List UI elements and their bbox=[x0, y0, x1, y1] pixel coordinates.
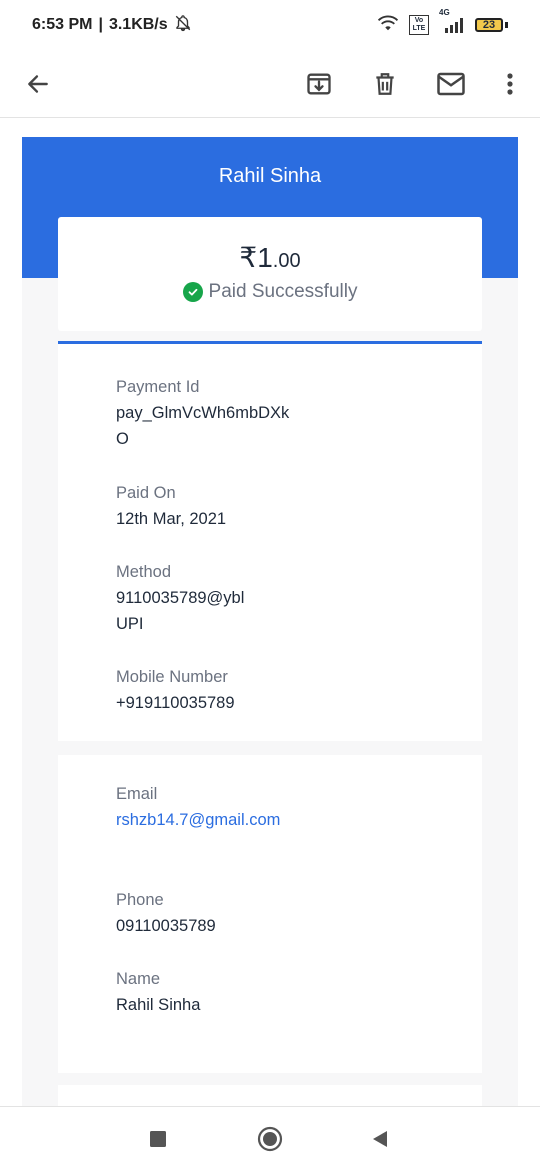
mobile-number-field: Mobile Number +919110035789 bbox=[116, 664, 296, 716]
phone-field: Phone 09110035789 bbox=[116, 887, 296, 939]
battery-level: 23 bbox=[475, 18, 503, 32]
back-triangle-icon[interactable] bbox=[364, 1123, 396, 1155]
status-text: Paid Successfully bbox=[208, 281, 358, 302]
customer-details-card: Email rshzb14.7@gmail.com Phone 09110035… bbox=[58, 755, 482, 1073]
mail-icon[interactable] bbox=[431, 64, 471, 104]
amount: ₹1.00 bbox=[58, 241, 482, 274]
battery-tip bbox=[505, 22, 508, 28]
paid-on-field: Paid On 12th Mar, 2021 bbox=[116, 480, 296, 532]
amount-decimal: .00 bbox=[272, 250, 301, 272]
signal-icon: 4G bbox=[439, 8, 465, 33]
method-value: 9110035789@ybl UPI bbox=[116, 589, 245, 633]
name-value: Rahil Sinha bbox=[116, 996, 201, 1014]
name-field: Name Rahil Sinha bbox=[116, 966, 296, 1018]
amount-card: ₹1.00 Paid Successfully bbox=[58, 217, 482, 331]
field-label: Phone bbox=[116, 891, 164, 909]
field-label: Mobile Number bbox=[116, 668, 228, 686]
status-separator: | bbox=[98, 16, 103, 33]
payment-id-value: pay_GlmVcWh6mbDXkO bbox=[116, 404, 290, 448]
field-label: Paid On bbox=[116, 484, 176, 502]
status-left: 6:53 PM | 3.1KB/s bbox=[32, 14, 192, 37]
battery-icon: 23 bbox=[475, 18, 508, 32]
bell-off-icon bbox=[174, 14, 192, 37]
payment-status: Paid Successfully bbox=[58, 281, 482, 303]
field-label: Payment Id bbox=[116, 378, 200, 396]
email-body: Rahil Sinha ₹1.00 Paid Successfully Paym… bbox=[22, 137, 518, 1107]
email-field: Email rshzb14.7@gmail.com bbox=[116, 781, 296, 833]
app-toolbar bbox=[0, 50, 540, 118]
more-vert-icon[interactable] bbox=[490, 64, 530, 104]
system-nav-bar bbox=[0, 1106, 540, 1170]
status-bar: 6:53 PM | 3.1KB/s Vo LTE 4G 23 bbox=[0, 0, 540, 50]
wifi-icon bbox=[377, 14, 399, 37]
back-arrow-icon[interactable] bbox=[18, 64, 58, 104]
email-link[interactable]: rshzb14.7@gmail.com bbox=[116, 807, 296, 833]
merchant-name: Rahil Sinha bbox=[218, 165, 322, 187]
field-label: Method bbox=[116, 563, 172, 581]
field-label: Name bbox=[116, 970, 161, 988]
additional-card bbox=[58, 1085, 482, 1107]
status-speed: 3.1KB/s bbox=[108, 16, 168, 33]
recents-square-icon[interactable] bbox=[142, 1123, 174, 1155]
check-circle-icon bbox=[182, 282, 203, 302]
method-field: Method 9110035789@ybl UPI bbox=[116, 559, 266, 637]
archive-icon[interactable] bbox=[299, 64, 339, 104]
network-type: 4G bbox=[439, 8, 450, 17]
status-time: 6:53 PM bbox=[32, 16, 93, 33]
home-circle-icon[interactable] bbox=[254, 1123, 286, 1155]
amount-main: ₹1 bbox=[239, 242, 273, 273]
volte-badge: Vo LTE bbox=[409, 15, 429, 35]
phone-value: 09110035789 bbox=[116, 917, 216, 935]
field-label: Email bbox=[116, 785, 158, 803]
payment-id-field: Payment Id pay_GlmVcWh6mbDXkO bbox=[116, 374, 296, 452]
delete-icon[interactable] bbox=[365, 64, 405, 104]
status-right: Vo LTE 4G 23 bbox=[377, 8, 508, 37]
paid-on-value: 12th Mar, 2021 bbox=[116, 510, 227, 528]
payment-details-card: Payment Id pay_GlmVcWh6mbDXkO Paid On 12… bbox=[58, 341, 482, 741]
mobile-number-value: +919110035789 bbox=[116, 694, 235, 712]
